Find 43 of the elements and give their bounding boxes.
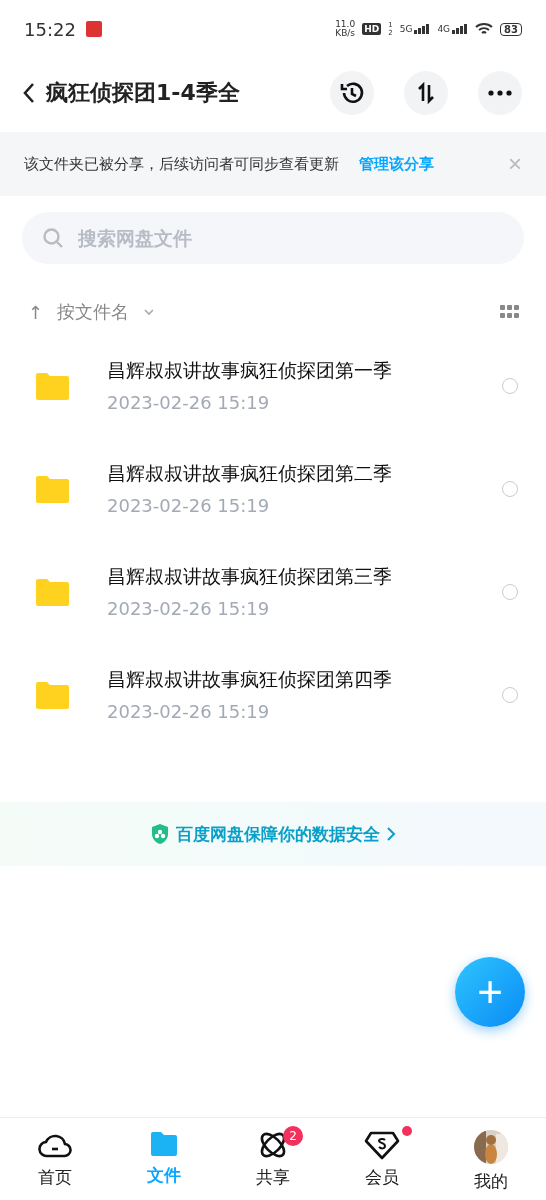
folder-icon	[36, 680, 69, 709]
grid-view-icon[interactable]	[500, 305, 520, 319]
diamond-icon	[364, 1130, 401, 1160]
transfer-button[interactable]	[404, 71, 448, 115]
folder-icon	[36, 371, 69, 400]
folder-name[interactable]: 昌辉叔叔讲故事疯狂侦探团第一季	[107, 358, 502, 384]
more-button[interactable]	[478, 71, 522, 115]
notification-badge: 2	[283, 1126, 303, 1146]
network-speed: 11.0 KB/s	[335, 20, 356, 38]
nav-tab[interactable]: 我的	[436, 1118, 546, 1200]
back-icon[interactable]	[22, 82, 36, 104]
page-title: 疯狂侦探团1-4季全	[46, 79, 241, 107]
signal-icon	[414, 24, 431, 34]
folder-date: 2023-02-26 15:19	[107, 701, 271, 722]
folder-icon	[36, 577, 69, 606]
sort-dropdown[interactable]: ↑ 按文件名	[28, 300, 156, 324]
shield-icon	[150, 823, 170, 845]
signal-icon	[452, 24, 469, 34]
nav-tab[interactable]: 共享 2	[218, 1118, 328, 1200]
history-icon	[339, 80, 365, 106]
chevron-down-icon	[143, 308, 156, 316]
folder-icon	[36, 474, 69, 503]
folder-name[interactable]: 昌辉叔叔讲故事疯狂侦探团第三季	[107, 564, 502, 590]
share-notice-text: 该文件夹已被分享，后续访问者可同步查看更新	[24, 154, 339, 174]
search-field[interactable]: 搜索网盘文件	[22, 212, 524, 264]
battery-indicator: 83	[500, 22, 522, 36]
folder-icon	[148, 1130, 179, 1158]
nav-tab[interactable]: 首页	[0, 1118, 110, 1200]
folder-name[interactable]: 昌辉叔叔讲故事疯狂侦探团第二季	[107, 461, 502, 487]
status-time: 15:22	[24, 18, 76, 40]
app-notification-icon	[85, 21, 102, 37]
folder-name[interactable]: 昌辉叔叔讲故事疯狂侦探团第四季	[107, 667, 502, 693]
hd-indicator: HD	[362, 23, 382, 35]
network-type: 5G	[399, 24, 413, 34]
folder-date: 2023-02-26 15:19	[107, 598, 271, 619]
more-icon	[488, 90, 512, 96]
chevron-right-icon	[386, 826, 396, 842]
history-button[interactable]	[330, 71, 374, 115]
folder-date: 2023-02-26 15:19	[107, 392, 271, 413]
nav-tab[interactable]: 会员	[327, 1118, 437, 1200]
folder-date: 2023-02-26 15:19	[107, 495, 271, 516]
wifi-icon	[475, 22, 494, 36]
network-type: 4G	[437, 24, 451, 34]
